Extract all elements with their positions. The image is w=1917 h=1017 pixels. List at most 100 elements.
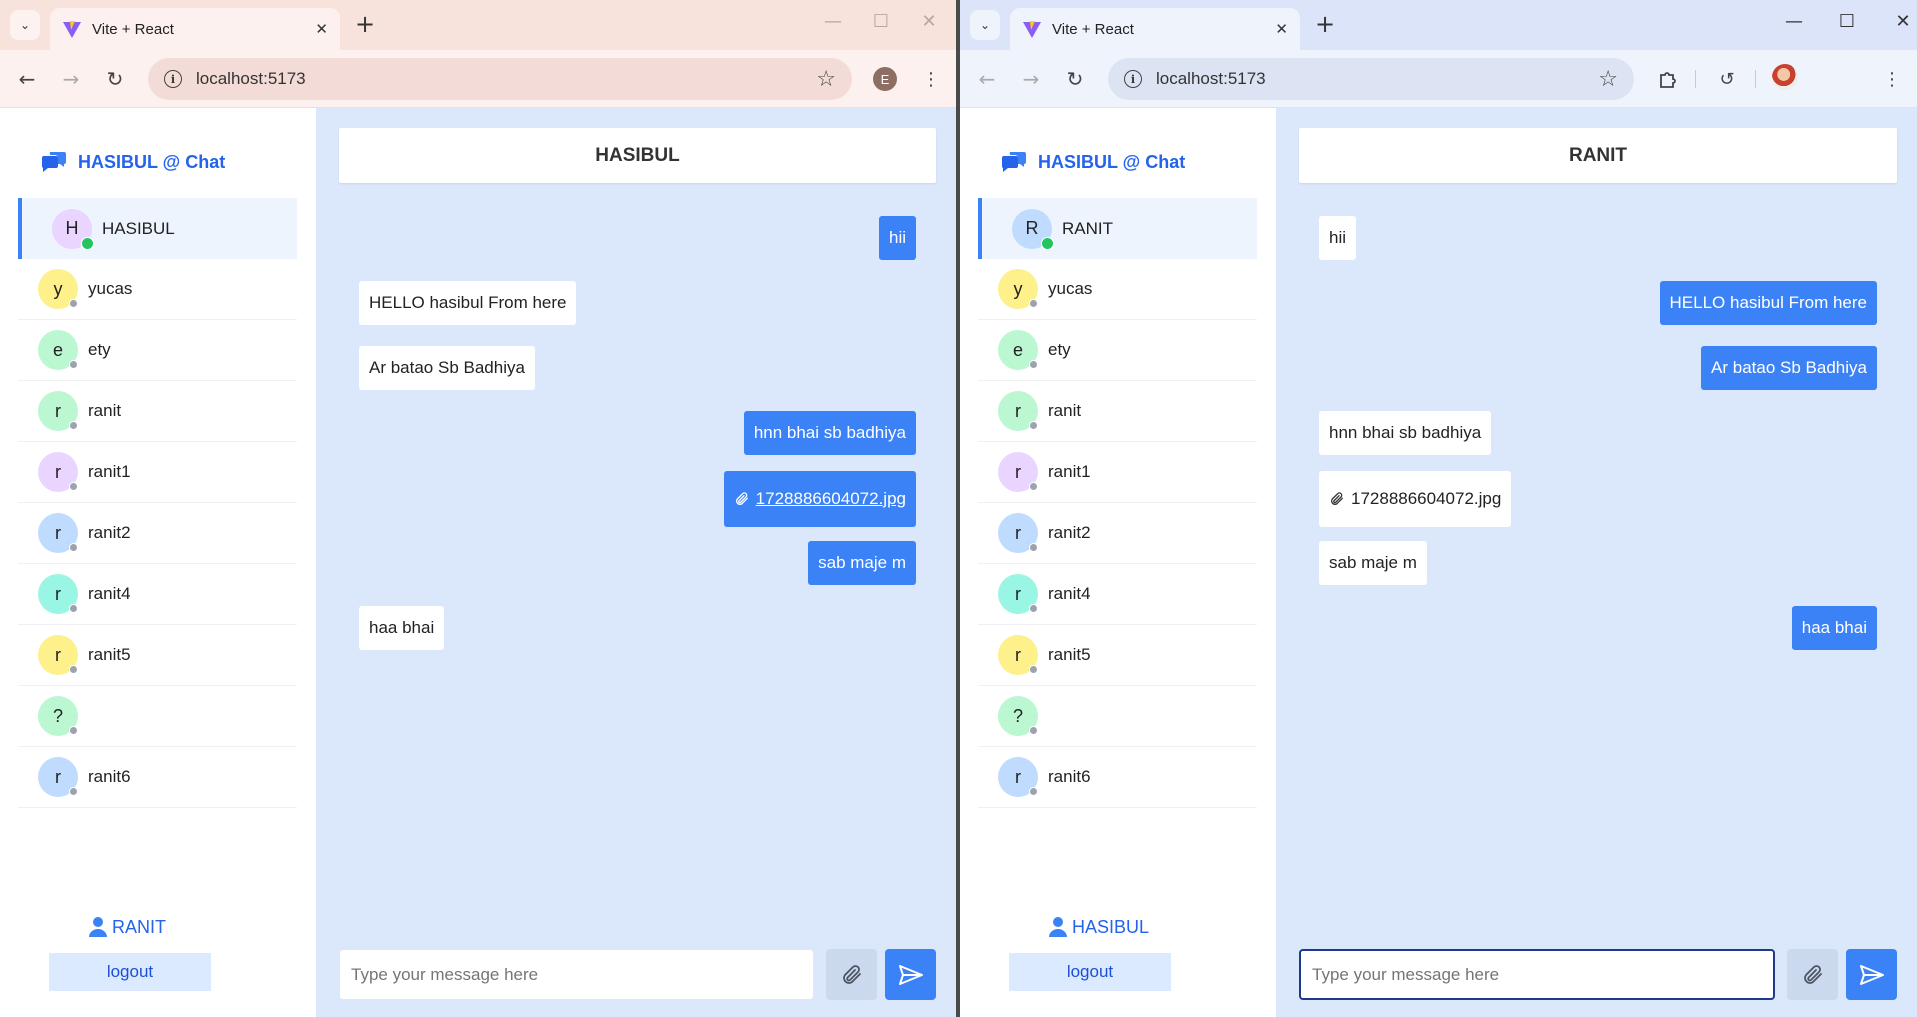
forward-button[interactable]: → bbox=[56, 64, 86, 94]
site-info-icon[interactable]: i bbox=[1124, 70, 1142, 88]
more-menu-icon[interactable]: ⋮ bbox=[1877, 64, 1907, 94]
attach-button[interactable] bbox=[826, 949, 877, 1000]
vite-favicon-icon bbox=[63, 21, 81, 38]
attach-button[interactable] bbox=[1787, 949, 1838, 1000]
logout-button[interactable]: logout bbox=[49, 953, 211, 991]
back-button[interactable]: ← bbox=[12, 64, 42, 94]
user-name: yucas bbox=[88, 279, 133, 298]
user-list-item[interactable]: ? bbox=[978, 686, 1257, 747]
user-avatar: r bbox=[38, 391, 78, 431]
back-button[interactable]: ← bbox=[972, 64, 1002, 94]
url-text: localhost:5173 bbox=[196, 69, 306, 88]
user-list: R RANIT y yucas e ety r ranit r ranit1 r ranit2 r ran… bbox=[978, 198, 1257, 812]
tab-search-button[interactable]: ⌄ bbox=[10, 10, 40, 40]
send-button[interactable] bbox=[1846, 949, 1897, 1000]
user-list-item[interactable]: r ranit4 bbox=[18, 564, 297, 625]
file-message-bubble[interactable]: 1728886604072.jpg bbox=[1319, 471, 1512, 527]
file-message-bubble[interactable]: 1728886604072.jpg bbox=[723, 471, 916, 527]
user-list-item[interactable]: e ety bbox=[18, 320, 297, 381]
user-list-item[interactable]: r ranit5 bbox=[978, 625, 1257, 686]
chat-header: HASIBUL bbox=[339, 128, 936, 183]
user-name: yucas bbox=[1048, 279, 1093, 298]
sidebar: HASIBUL @ Chat R RANIT y yucas e ety r ranit r ra… bbox=[960, 108, 1276, 1017]
extensions-puzzle-icon[interactable] bbox=[1654, 64, 1684, 94]
toolbar-separator bbox=[1755, 70, 1756, 88]
chat-header: RANIT bbox=[1299, 128, 1897, 183]
user-name: ranit bbox=[88, 401, 122, 420]
user-list: H HASIBUL y yucas e ety r ranit r ranit1 r ranit2 r r… bbox=[18, 198, 297, 812]
tab-close-icon[interactable]: ✕ bbox=[315, 20, 328, 38]
message-text: Ar batao Sb Badhiya bbox=[1711, 358, 1867, 377]
title-bar: ⌄ Vite + React ✕ + — ☐ ✕ bbox=[0, 0, 956, 50]
tab-close-icon[interactable]: ✕ bbox=[1275, 20, 1288, 38]
browser-toolbar: ← → ↻ i localhost:5173 ☆ ↺ ⋮ bbox=[960, 50, 1917, 108]
message-text: hnn bhai sb badhiya bbox=[1329, 423, 1482, 442]
profile-avatar[interactable]: E bbox=[870, 64, 900, 94]
address-bar[interactable]: i localhost:5173 ☆ bbox=[148, 58, 852, 100]
file-link[interactable]: 1728886604072.jpg bbox=[756, 489, 906, 509]
offline-status-dot bbox=[1029, 543, 1038, 552]
bookmark-star-icon[interactable]: ☆ bbox=[1598, 67, 1618, 92]
tab-search-button[interactable]: ⌄ bbox=[970, 10, 1000, 40]
message-text: sab maje m bbox=[1329, 553, 1417, 572]
address-bar[interactable]: i localhost:5173 ☆ bbox=[1108, 58, 1634, 100]
site-info-icon[interactable]: i bbox=[164, 70, 182, 88]
logout-button[interactable]: logout bbox=[1009, 953, 1171, 991]
user-list-item[interactable]: y yucas bbox=[18, 259, 297, 320]
user-list-item[interactable]: r ranit5 bbox=[18, 625, 297, 686]
user-avatar: r bbox=[998, 452, 1038, 492]
user-list-item[interactable]: r ranit2 bbox=[978, 503, 1257, 564]
chat-bubbles-icon bbox=[41, 152, 66, 172]
user-avatar: R bbox=[1012, 208, 1054, 250]
user-list-item[interactable]: r ranit2 bbox=[18, 503, 297, 564]
message-text: haa bhai bbox=[369, 618, 435, 637]
sent-message-bubble: sab maje m bbox=[808, 541, 916, 585]
user-list-item[interactable]: rranit7 bbox=[18, 808, 297, 812]
new-tab-button[interactable]: + bbox=[352, 12, 378, 38]
reload-button[interactable]: ↻ bbox=[1060, 64, 1090, 94]
brand: HASIBUL @ Chat bbox=[40, 150, 225, 174]
user-list-item[interactable]: r ranit4 bbox=[978, 564, 1257, 625]
browser-tab[interactable]: Vite + React ✕ bbox=[1010, 8, 1300, 50]
user-list-item[interactable]: R RANIT bbox=[978, 198, 1257, 259]
url-text: localhost:5173 bbox=[1156, 69, 1266, 88]
maximize-button[interactable]: ☐ bbox=[1832, 11, 1862, 32]
message-input[interactable] bbox=[1299, 949, 1775, 1000]
reload-button[interactable]: ↻ bbox=[100, 64, 130, 94]
maximize-button[interactable]: ☐ bbox=[866, 11, 896, 32]
profile-avatar[interactable] bbox=[1772, 64, 1798, 90]
user-list-item[interactable]: r ranit1 bbox=[18, 442, 297, 503]
user-list-item[interactable]: r ranit6 bbox=[978, 747, 1257, 808]
more-menu-icon[interactable]: ⋮ bbox=[916, 64, 946, 94]
user-avatar-initial: y bbox=[53, 278, 63, 299]
user-list-item[interactable]: r ranit1 bbox=[978, 442, 1257, 503]
offline-status-dot bbox=[1029, 726, 1038, 735]
send-button[interactable] bbox=[885, 949, 936, 1000]
user-list-item[interactable]: r ranit bbox=[978, 381, 1257, 442]
user-avatar: ? bbox=[998, 696, 1038, 736]
close-window-button[interactable]: ✕ bbox=[914, 11, 944, 32]
minimize-button[interactable]: — bbox=[818, 11, 848, 32]
offline-status-dot bbox=[69, 665, 78, 674]
message-text: sab maje m bbox=[818, 553, 906, 572]
close-window-button[interactable]: ✕ bbox=[1888, 11, 1917, 32]
forward-button[interactable]: → bbox=[1016, 64, 1046, 94]
user-list-item[interactable]: r ranit6 bbox=[18, 747, 297, 808]
user-list-item[interactable]: e ety bbox=[978, 320, 1257, 381]
received-message-bubble: hii bbox=[1319, 216, 1357, 260]
user-list-item[interactable]: rranit7 bbox=[978, 808, 1257, 812]
paperclip-icon bbox=[842, 964, 861, 984]
message-input[interactable] bbox=[339, 949, 814, 1000]
minimize-button[interactable]: — bbox=[1779, 11, 1809, 32]
new-tab-button[interactable]: + bbox=[1312, 12, 1338, 38]
user-list-item[interactable]: H HASIBUL bbox=[18, 198, 297, 259]
offline-status-dot bbox=[1029, 360, 1038, 369]
brand-title: HASIBUL @ Chat bbox=[78, 151, 226, 172]
user-list-item[interactable]: ? bbox=[18, 686, 297, 747]
file-link[interactable]: 1728886604072.jpg bbox=[1351, 489, 1501, 509]
user-list-item[interactable]: r ranit bbox=[18, 381, 297, 442]
browser-tab[interactable]: Vite + React ✕ bbox=[50, 8, 340, 50]
user-list-item[interactable]: y yucas bbox=[978, 259, 1257, 320]
bookmark-star-icon[interactable]: ☆ bbox=[816, 67, 836, 92]
history-icon[interactable]: ↺ bbox=[1712, 64, 1742, 94]
